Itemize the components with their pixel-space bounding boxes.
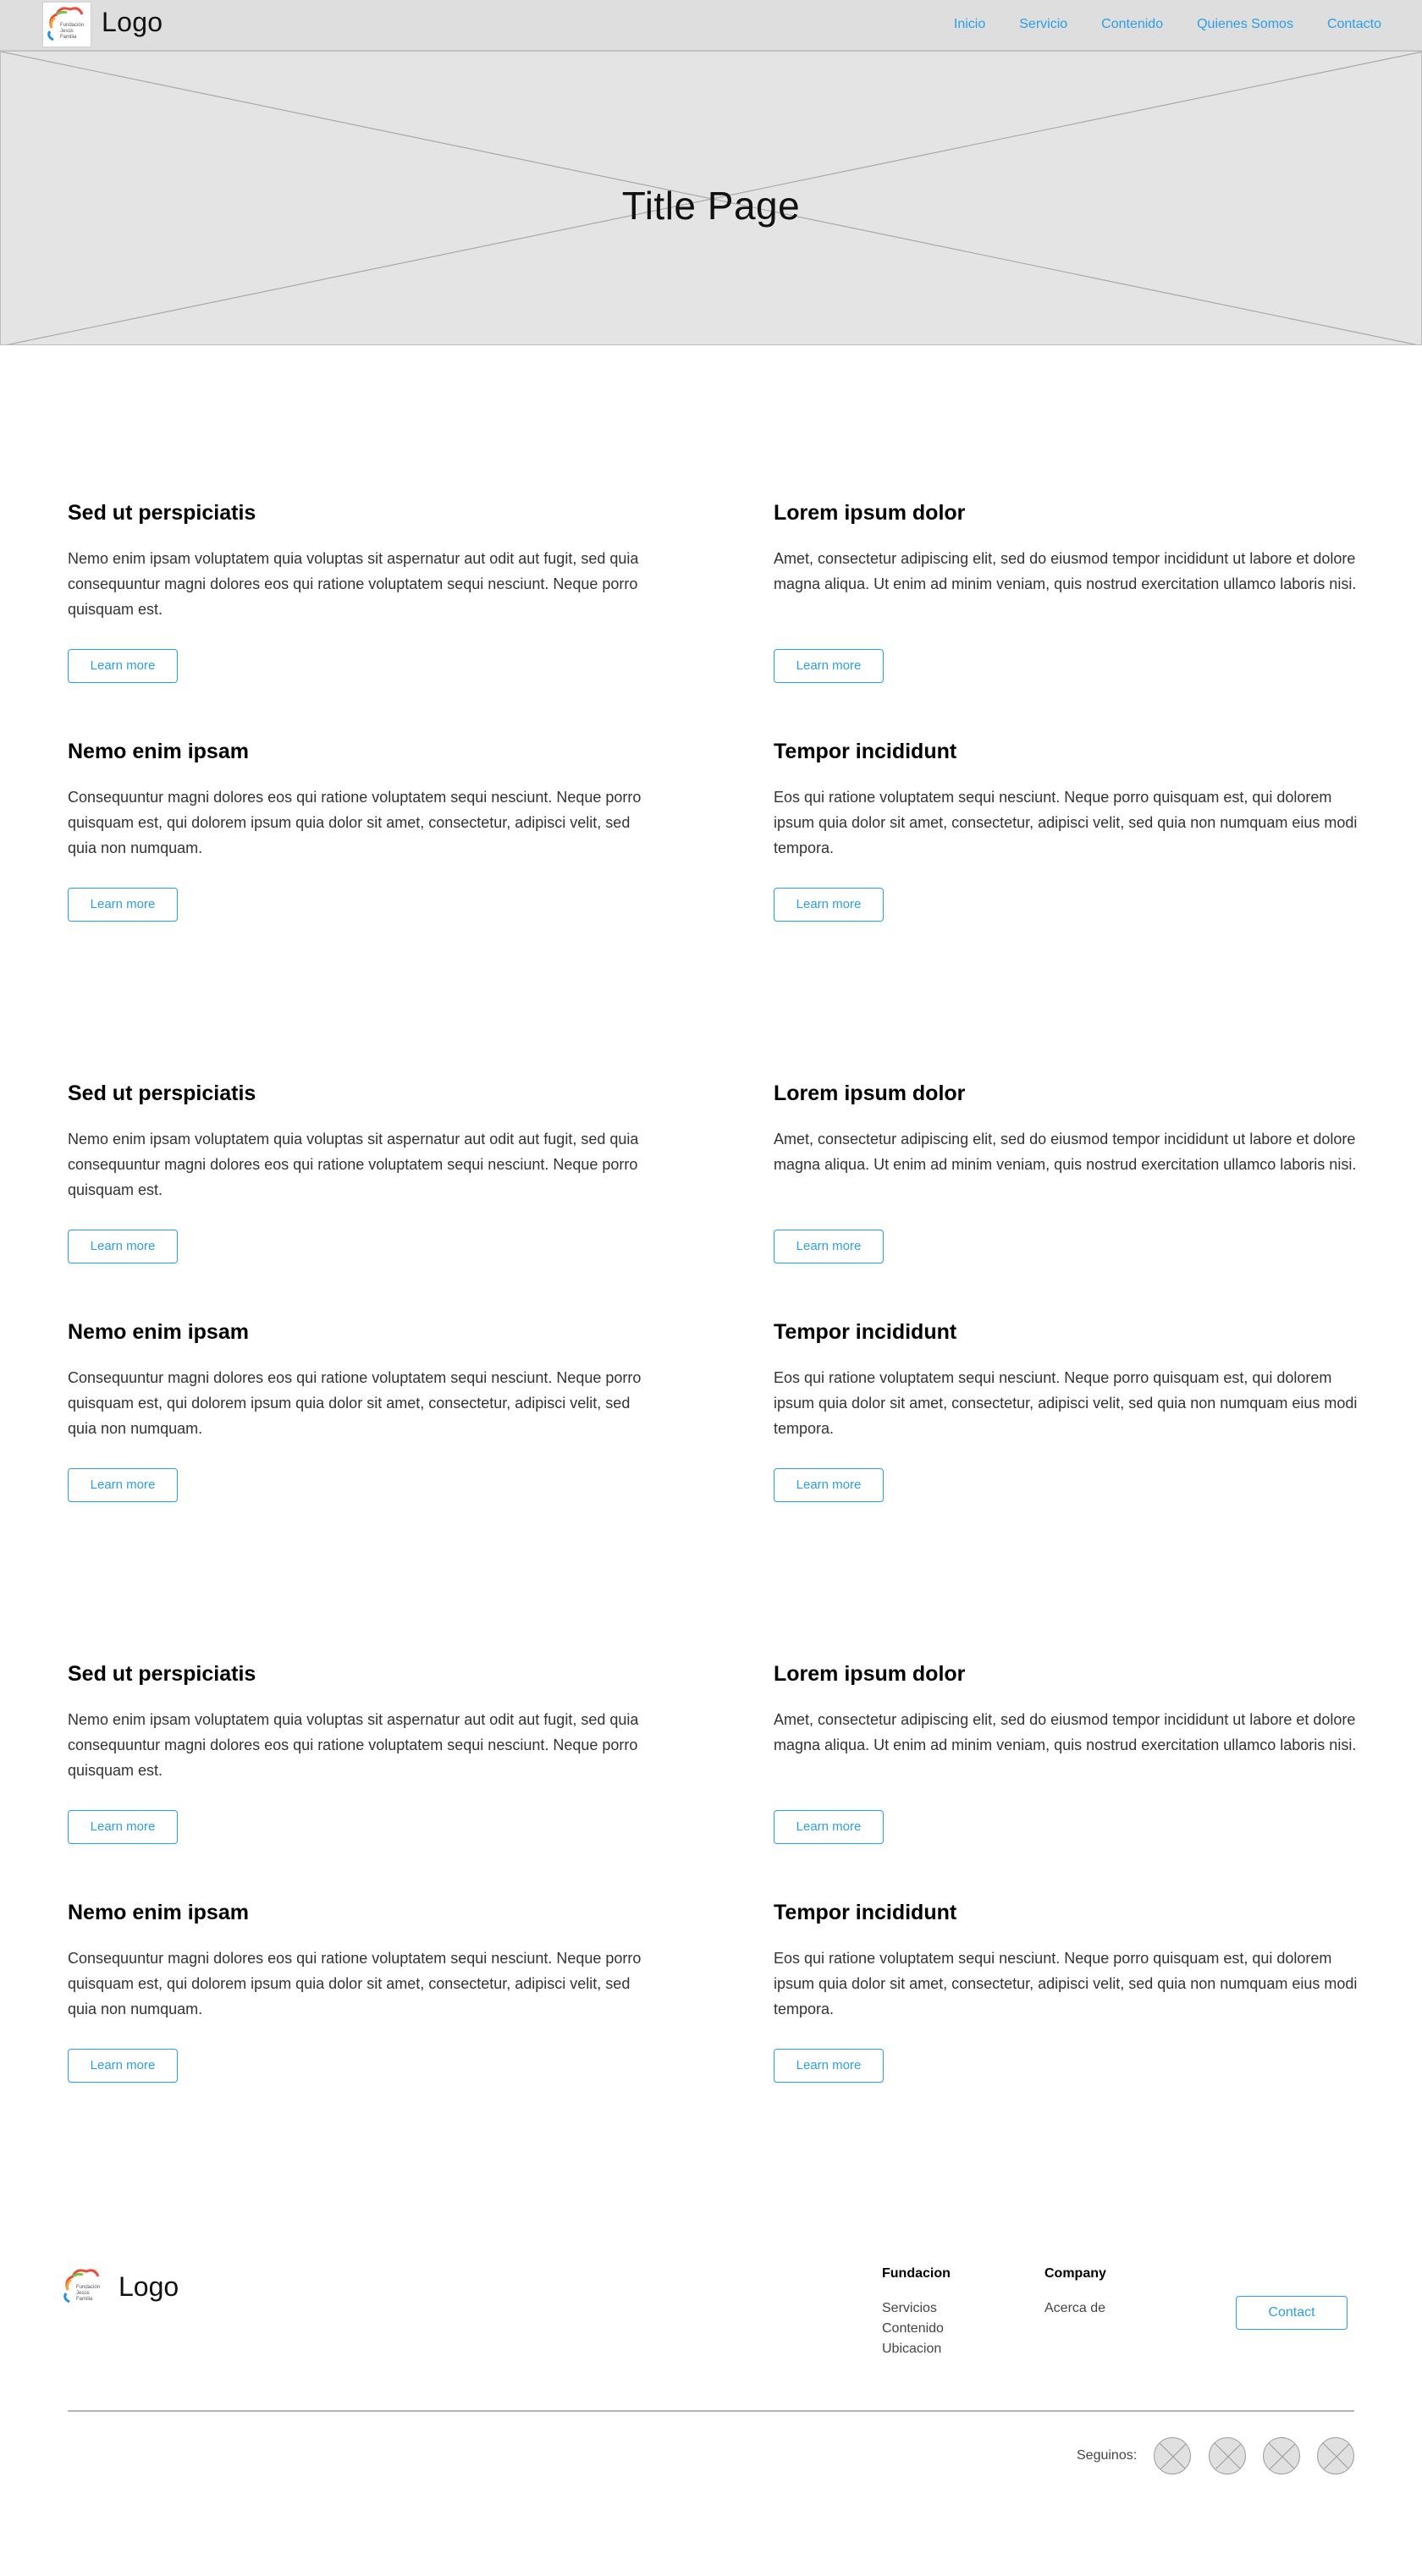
footer-column-heading: Company [1044,2266,1106,2281]
logo-text[interactable]: Logo [102,7,163,38]
card-body: Amet, consectetur adipiscing elit, sed d… [774,550,1357,592]
site-header: Fundación Jesús Familia Logo Inicio Serv… [0,0,1422,51]
card-body: Nemo enim ipsam voluptatem quia voluptas… [68,1711,639,1779]
social-placeholder-icon[interactable] [1317,2437,1354,2474]
footer-link-ubicacion[interactable]: Ubicacion [882,2339,951,2359]
card-title: Lorem ipsum dolor [774,501,966,525]
footer-link-contenido[interactable]: Contenido [882,2319,951,2339]
card-title: Tempor incididunt [774,1901,957,1924]
footer-column-fundacion: Fundacion Servicios Contenido Ubicacion [882,2266,951,2359]
nav-quienes-somos[interactable]: Quienes Somos [1197,17,1293,32]
learn-more-button[interactable]: Learn more [68,1468,178,1502]
social-placeholder-icon[interactable] [1154,2437,1191,2474]
logo-image-line-1: Fundación [76,2285,100,2290]
learn-more-button[interactable]: Learn more [68,1230,178,1263]
card-title: Lorem ipsum dolor [774,1662,966,1686]
feature-card: Sed ut perspiciatis Nemo enim ipsam volu… [68,1662,652,1844]
logo-image-line-2: Jesús [76,2291,90,2296]
card-body: Consequuntur magni dolores eos qui ratio… [68,789,642,856]
feature-card: Tempor incididunt Eos qui ratione volupt… [774,1901,1358,2083]
feature-card: Sed ut perspiciatis Nemo enim ipsam volu… [68,501,652,683]
card-body: Amet, consectetur adipiscing elit, sed d… [774,1711,1357,1753]
feature-card: Nemo enim ipsam Consequuntur magni dolor… [68,1901,652,2083]
feature-card: Nemo enim ipsam Consequuntur magni dolor… [68,1320,652,1502]
feature-card: Tempor incididunt Eos qui ratione volupt… [774,1320,1358,1502]
footer-column-company: Company Acerca de [1044,2266,1106,2319]
logo-image-line-1: Fundación [60,23,84,28]
footer-link-acerca-de[interactable]: Acerca de [1044,2298,1106,2319]
nav-contacto[interactable]: Contacto [1327,17,1381,32]
learn-more-button[interactable]: Learn more [774,1810,884,1844]
social-placeholder-icon[interactable] [1209,2437,1246,2474]
logo-image-line-3: Familia [60,35,77,40]
logo-cloud-icon: Fundación Jesús Familia [63,2269,100,2304]
learn-more-button[interactable]: Learn more [774,2049,884,2083]
card-body: Eos qui ratione voluptatem sequi nesciun… [774,1950,1358,2017]
follow-label: Seguinos: [1077,2448,1138,2463]
footer-logo-image[interactable]: Fundación Jesús Familia [59,2265,108,2310]
card-title: Lorem ipsum dolor [774,1082,966,1105]
contact-button[interactable]: Contact [1236,2296,1348,2330]
logo-image-line-3: Familia [76,2297,93,2302]
card-body: Nemo enim ipsam voluptatem quia voluptas… [68,1131,639,1198]
learn-more-button[interactable]: Learn more [68,649,178,683]
logo-image-line-2: Jesús [60,29,74,34]
card-title: Nemo enim ipsam [68,1901,249,1924]
learn-more-button[interactable]: Learn more [68,1810,178,1844]
nav-servicio[interactable]: Servicio [1019,17,1067,32]
nav-contenido[interactable]: Contenido [1101,17,1163,32]
learn-more-button[interactable]: Learn more [774,888,884,922]
feature-card: Lorem ipsum dolor Amet, consectetur adip… [774,1662,1358,1844]
logo-image[interactable]: Fundación Jesús Familia [42,2,91,47]
card-body: Eos qui ratione voluptatem sequi nesciun… [774,789,1358,856]
feature-card: Tempor incididunt Eos qui ratione volupt… [774,740,1358,922]
hero-banner: Title Page [0,51,1422,345]
logo-cloud-icon: Fundación Jesús Familia [47,7,84,41]
nav-inicio[interactable]: Inicio [954,17,985,32]
footer-logo-text[interactable]: Logo [118,2271,179,2303]
feature-card: Lorem ipsum dolor Amet, consectetur adip… [774,501,1358,683]
card-title: Tempor incididunt [774,1320,957,1344]
footer-column-heading: Fundacion [882,2266,951,2281]
footer-divider [68,2410,1354,2412]
card-title: Sed ut perspiciatis [68,1662,256,1686]
learn-more-button[interactable]: Learn more [774,649,884,683]
card-title: Nemo enim ipsam [68,1320,249,1344]
feature-card: Sed ut perspiciatis Nemo enim ipsam volu… [68,1082,652,1263]
learn-more-button[interactable]: Learn more [68,888,178,922]
card-title: Sed ut perspiciatis [68,1082,256,1105]
learn-more-button[interactable]: Learn more [774,1468,884,1502]
card-body: Nemo enim ipsam voluptatem quia voluptas… [68,550,639,618]
main-nav: Inicio Servicio Contenido Quienes Somos … [954,17,1381,32]
feature-card: Lorem ipsum dolor Amet, consectetur adip… [774,1082,1358,1263]
card-body: Eos qui ratione voluptatem sequi nesciun… [774,1369,1358,1437]
feature-card: Nemo enim ipsam Consequuntur magni dolor… [68,740,652,922]
card-body: Consequuntur magni dolores eos qui ratio… [68,1950,642,2017]
social-placeholder-icon[interactable] [1263,2437,1300,2474]
card-body: Consequuntur magni dolores eos qui ratio… [68,1369,642,1437]
footer-link-servicios[interactable]: Servicios [882,2298,951,2319]
learn-more-button[interactable]: Learn more [774,1230,884,1263]
page-title: Title Page [621,184,801,228]
learn-more-button[interactable]: Learn more [68,2049,178,2083]
card-title: Tempor incididunt [774,740,957,763]
card-title: Nemo enim ipsam [68,740,249,763]
card-title: Sed ut perspiciatis [68,501,256,525]
card-body: Amet, consectetur adipiscing elit, sed d… [774,1131,1357,1173]
